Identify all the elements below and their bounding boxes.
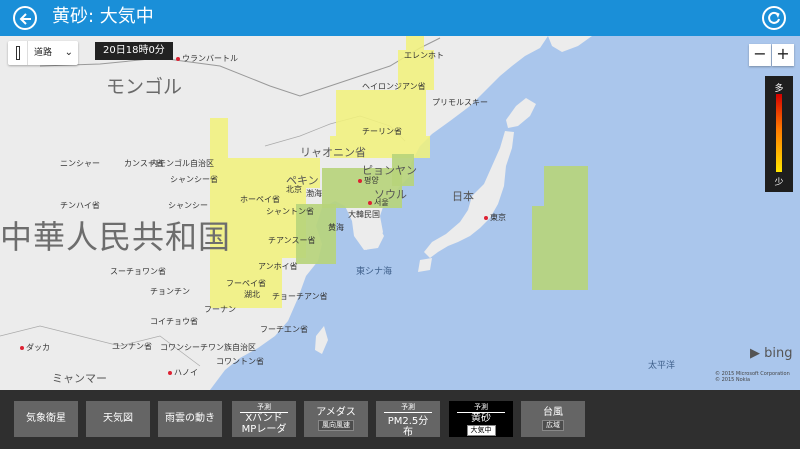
map-label-fujian: フーチエン省 — [260, 325, 308, 334]
layer-control: 道路 ⌄ — [8, 41, 78, 65]
kosa-sub: 大気中 — [466, 425, 496, 436]
map-style-value: 道路 — [34, 48, 53, 58]
map-label-seoul-han: 서울 — [368, 197, 389, 208]
traffic-light-icon[interactable] — [8, 41, 28, 65]
pm25-label: PM2.5分布 — [384, 412, 432, 438]
map-label-anhui: アンホイ省 — [258, 262, 298, 271]
typhoon-button[interactable]: 台風 広域 — [521, 401, 585, 437]
map-label-jiangsu: チアンスー省 — [268, 236, 316, 245]
map-label-shanxi: シャンシー — [168, 201, 208, 210]
map-label-hubei: フーペイ省 — [226, 279, 266, 288]
map-label-pyongyang-han: 평양 — [358, 175, 379, 186]
map-label-sichuan: スーチョワン省 — [110, 267, 166, 276]
map-label-japan: 日本 — [452, 190, 474, 203]
map-label-beijing-han: 北京 — [286, 185, 302, 194]
zoom-out-button[interactable]: − — [749, 44, 771, 66]
xband-radar-button[interactable]: 予測 Xバンド MPレーダ — [232, 401, 296, 437]
map-style-select[interactable]: 道路 ⌄ — [28, 41, 78, 65]
weather-map-button[interactable]: 天気図 — [86, 401, 150, 437]
map-label-hubei-han: 湖北 — [244, 290, 260, 299]
forecast-time: 20日18時0分 — [95, 42, 173, 60]
map-label-mongolia: モンゴル — [106, 76, 183, 98]
legend-high-label: 多 — [774, 84, 784, 94]
forecast-tag: 予測 — [474, 403, 488, 411]
typhoon-label: 台風 — [543, 407, 563, 418]
amedas-button[interactable]: アメダス 風向風速 — [304, 401, 368, 437]
bing-logo: ▶ bing — [750, 346, 793, 361]
map-label-yunnan: ユンナン省 — [112, 342, 152, 351]
typhoon-sub: 広域 — [542, 420, 564, 431]
xband-label-2: MPレーダ — [241, 424, 287, 435]
zoom-in-button[interactable]: + — [772, 44, 794, 66]
map-label-guizhou: コイチョウ省 — [150, 317, 198, 326]
amedas-label: アメダス — [316, 407, 356, 418]
bottom-toolbar: 気象衛星 天気図 雨雲の動き 予測 Xバンド MPレーダ アメダス 風向風速 予… — [0, 390, 800, 449]
rain-cloud-button[interactable]: 雨雲の動き — [158, 401, 222, 437]
map-label-pacific: 太平洋 — [648, 361, 676, 371]
map-label-myanmar: ミャンマー — [52, 372, 107, 385]
refresh-icon — [768, 11, 780, 24]
refresh-button[interactable] — [762, 6, 786, 30]
map-label-heilongjiang: ヘイロンジアン省 — [362, 82, 426, 91]
map-label-east-china-sea: 東シナ海 — [356, 267, 393, 277]
amedas-sub: 風向風速 — [318, 420, 354, 431]
legend-color-bar — [776, 94, 782, 172]
xband-label-1: Xバンド — [240, 412, 288, 424]
map-label-liaoning: リャオニン省 — [300, 146, 366, 159]
map-label-china: 中華人民共和国 — [0, 218, 232, 256]
header-bar: 黄砂: 大気中 — [0, 0, 800, 36]
arrow-left-icon — [19, 13, 31, 25]
map-label-hanoi: ハノイ — [168, 367, 198, 378]
chevron-down-icon: ⌄ — [64, 47, 73, 58]
map-label-primorsky: プリモルスキー — [432, 98, 488, 107]
map-label-guangxi: コワンシーチワン族自治区 — [160, 343, 256, 352]
map-label-hebei: ホーペイ省 — [240, 195, 280, 204]
map-label-yellow-sea: 黄海 — [328, 223, 344, 232]
back-button[interactable] — [13, 6, 37, 30]
map-copyright: © 2015 Microsoft Corporation © 2015 Noki… — [715, 371, 790, 383]
pm25-button[interactable]: 予測 PM2.5分布 — [376, 401, 440, 438]
map-label-korea: 大韓民国 — [348, 210, 380, 219]
map-label-dhaka: ダッカ — [20, 342, 50, 353]
forecast-tag: 予測 — [257, 403, 271, 411]
map-label-shaanxi: シャンシー省 — [170, 175, 218, 184]
map-label-chongqing: チョンチン — [150, 287, 190, 296]
map-label-zhejiang: チョーチアン省 — [272, 292, 328, 301]
page-title: 黄砂: 大気中 — [52, 6, 154, 27]
map-label-ningxia: ニンシャー — [60, 159, 100, 168]
kosa-label: 黄砂 — [457, 412, 505, 424]
map-label-qinghai: チンハイ省 — [60, 201, 100, 210]
map-label-jilin: チーリン省 — [362, 127, 402, 136]
map-label-hunan: フーナン — [204, 305, 236, 314]
dust-legend: 多 少 — [765, 76, 793, 192]
legend-low-label: 少 — [774, 178, 784, 188]
map-view[interactable]: ウランバートル モンゴル エレンホト ヘイロンジアン省 プリモルスキー チーリン… — [0, 36, 800, 390]
map-label-erenhot: エレンホト — [404, 51, 444, 60]
map-label-shandong: シャントン省 — [266, 207, 314, 216]
app-window: 黄砂: 大気中 ウランバートル モンゴル エレンホト ヘイロンジアン省 プリモル… — [0, 0, 800, 449]
map-label-guangdong: コワントン省 — [216, 357, 264, 366]
satellite-button[interactable]: 気象衛星 — [14, 401, 78, 437]
map-label-bohai: 渤海 — [306, 189, 322, 198]
forecast-tag: 予測 — [401, 403, 415, 411]
map-label-tokyo: 東京 — [484, 212, 506, 223]
map-label-ulaanbaatar: ウランバートル — [176, 53, 238, 64]
kosa-button[interactable]: 予測 黄砂 大気中 — [449, 401, 513, 437]
map-label-inner-mongolia: 内モンゴル自治区 — [150, 159, 214, 168]
